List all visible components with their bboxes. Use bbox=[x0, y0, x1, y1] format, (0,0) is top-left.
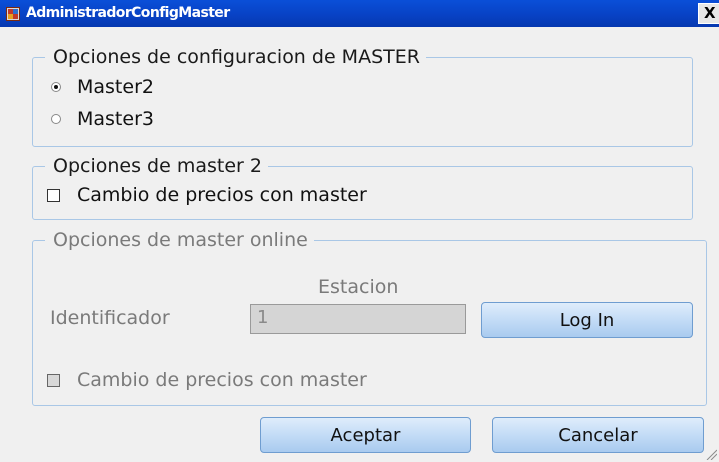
online-price-change-checkbox[interactable]: Cambio de precios con master bbox=[47, 367, 367, 393]
radio-master2[interactable]: Master2 bbox=[51, 74, 154, 100]
master-options-group: Opciones de configuracion de MASTER Mast… bbox=[32, 45, 693, 147]
master2-options-group: Opciones de master 2 Cambio de precios c… bbox=[32, 154, 693, 220]
master2-price-change-box[interactable] bbox=[47, 188, 60, 202]
online-price-change-box[interactable] bbox=[47, 373, 60, 387]
close-button[interactable]: X bbox=[698, 3, 719, 24]
login-button[interactable]: Log In bbox=[481, 302, 693, 338]
radio-master2-indicator[interactable] bbox=[51, 82, 61, 92]
identificador-input[interactable]: 1 bbox=[250, 304, 466, 334]
master-options-legend: Opciones de configuracion de MASTER bbox=[45, 45, 426, 69]
master-online-options-legend: Opciones de master online bbox=[45, 228, 314, 252]
radio-master2-label: Master2 bbox=[77, 76, 154, 98]
identificador-label: Identificador bbox=[50, 307, 170, 329]
cancel-button[interactable]: Cancelar bbox=[492, 417, 704, 453]
radio-master3[interactable]: Master3 bbox=[51, 106, 154, 132]
radio-master3-indicator[interactable] bbox=[51, 114, 61, 124]
master2-price-change-label: Cambio de precios con master bbox=[77, 184, 367, 206]
master2-options-legend: Opciones de master 2 bbox=[45, 154, 268, 178]
radio-master3-label: Master3 bbox=[77, 108, 154, 130]
app-icon bbox=[6, 7, 20, 21]
estacion-label: Estacion bbox=[318, 276, 399, 298]
config-dialog: AdministradorConfigMaster X Opciones de … bbox=[0, 0, 719, 462]
master2-price-change-checkbox[interactable]: Cambio de precios con master bbox=[47, 182, 367, 208]
resize-grip-icon[interactable] bbox=[705, 448, 717, 460]
title-bar[interactable]: AdministradorConfigMaster X bbox=[0, 0, 719, 27]
accept-button[interactable]: Aceptar bbox=[260, 417, 471, 453]
online-price-change-label: Cambio de precios con master bbox=[77, 369, 367, 391]
window-title: AdministradorConfigMaster bbox=[26, 5, 230, 21]
